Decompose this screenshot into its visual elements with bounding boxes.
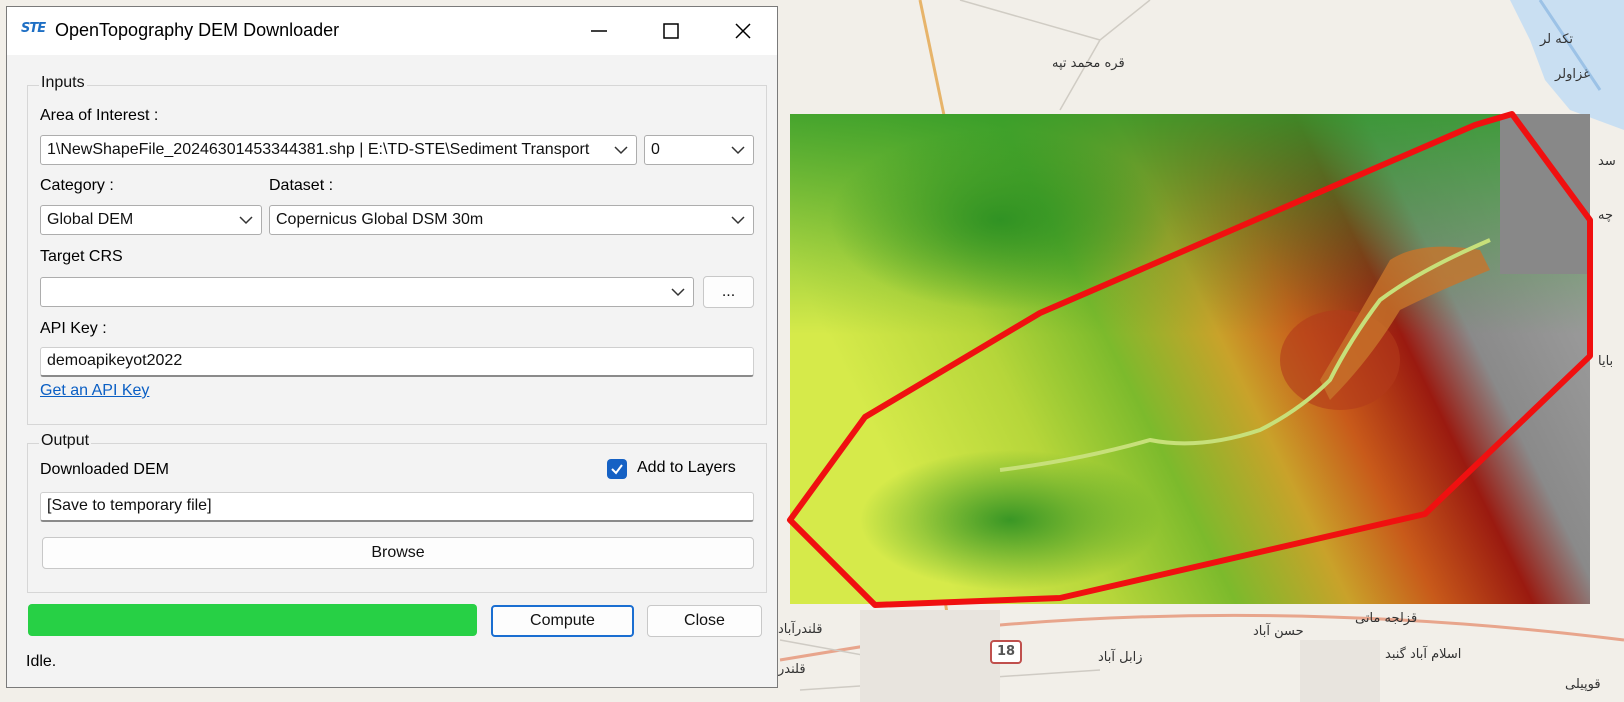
- dataset-value: Copernicus Global DSM 30m: [276, 211, 484, 228]
- add-to-layers-checkbox[interactable]: [607, 459, 627, 479]
- place-label: غزاولر: [1555, 67, 1590, 82]
- close-window-button[interactable]: [711, 7, 775, 55]
- place-label: قوپیلی: [1565, 677, 1601, 692]
- place-label: تکه لر: [1540, 32, 1574, 47]
- window-title: OpenTopography DEM Downloader: [55, 20, 340, 40]
- place-label: قره محمد تپه: [1052, 56, 1125, 71]
- apikey-input[interactable]: demoapikeyot2022: [40, 347, 754, 377]
- downloaded-dem-label: Downloaded DEM: [40, 461, 169, 478]
- chevron-down-icon: [239, 216, 253, 225]
- checkmark-icon: [611, 464, 623, 475]
- aoi-label: Area of Interest :: [40, 107, 159, 124]
- category-value: Global DEM: [47, 211, 134, 228]
- browse-button[interactable]: Browse: [42, 537, 754, 569]
- road-shield: 18: [990, 640, 1022, 664]
- chevron-down-icon: [614, 146, 628, 155]
- place-label: قزلجه ماتی: [1355, 611, 1418, 626]
- chevron-down-icon: [731, 216, 745, 225]
- dem-downloader-dialog: STE OpenTopography DEM Downloader Inputs…: [6, 6, 778, 688]
- aoi-buffer-select[interactable]: 0: [644, 135, 754, 165]
- get-api-key-link[interactable]: Get an API Key: [40, 382, 149, 400]
- dataset-label: Dataset :: [269, 177, 334, 194]
- place-label: قلندرآباد: [778, 622, 823, 637]
- minimize-icon: [591, 30, 607, 32]
- aoi-value: 1\NewShapeFile_20246301453344381.shp | E…: [47, 141, 590, 158]
- app-icon: STE: [21, 21, 46, 36]
- compute-button[interactable]: Compute: [491, 605, 634, 637]
- place-label: بایا: [1598, 354, 1614, 369]
- crs-label: Target CRS: [40, 248, 123, 265]
- crs-select[interactable]: [40, 277, 694, 307]
- chevron-down-icon: [671, 288, 685, 297]
- title-bar[interactable]: STE OpenTopography DEM Downloader: [7, 7, 777, 55]
- place-label: اسلام آباد گنبد: [1385, 647, 1462, 662]
- dataset-select[interactable]: Copernicus Global DSM 30m: [269, 205, 754, 235]
- minimize-button[interactable]: [567, 7, 631, 55]
- progress-fill: [28, 604, 477, 636]
- category-select[interactable]: Global DEM: [40, 205, 262, 235]
- output-path-input[interactable]: [Save to temporary file]: [40, 492, 754, 522]
- place-label: حسن آباد: [1253, 624, 1304, 639]
- place-label: چه: [1598, 208, 1614, 223]
- aoi-select[interactable]: 1\NewShapeFile_20246301453344381.shp | E…: [40, 135, 637, 165]
- close-button[interactable]: Close: [647, 605, 762, 637]
- place-label: سد: [1598, 154, 1616, 169]
- progress-bar: [28, 604, 477, 636]
- category-label: Category :: [40, 177, 114, 194]
- output-group-title: Output: [39, 432, 92, 450]
- chevron-down-icon: [731, 146, 745, 155]
- maximize-button[interactable]: [639, 7, 703, 55]
- aoi-buffer-value: 0: [651, 141, 660, 158]
- close-icon: [735, 23, 751, 39]
- maximize-icon: [663, 23, 679, 39]
- place-label: قلندر: [778, 662, 806, 677]
- add-to-layers-label[interactable]: Add to Layers: [637, 459, 736, 477]
- place-label: زابل آباد: [1098, 650, 1143, 665]
- inputs-group-title: Inputs: [39, 74, 87, 92]
- apikey-label: API Key :: [40, 320, 107, 337]
- status-text: Idle.: [26, 653, 57, 670]
- crs-picker-button[interactable]: ...: [703, 276, 754, 308]
